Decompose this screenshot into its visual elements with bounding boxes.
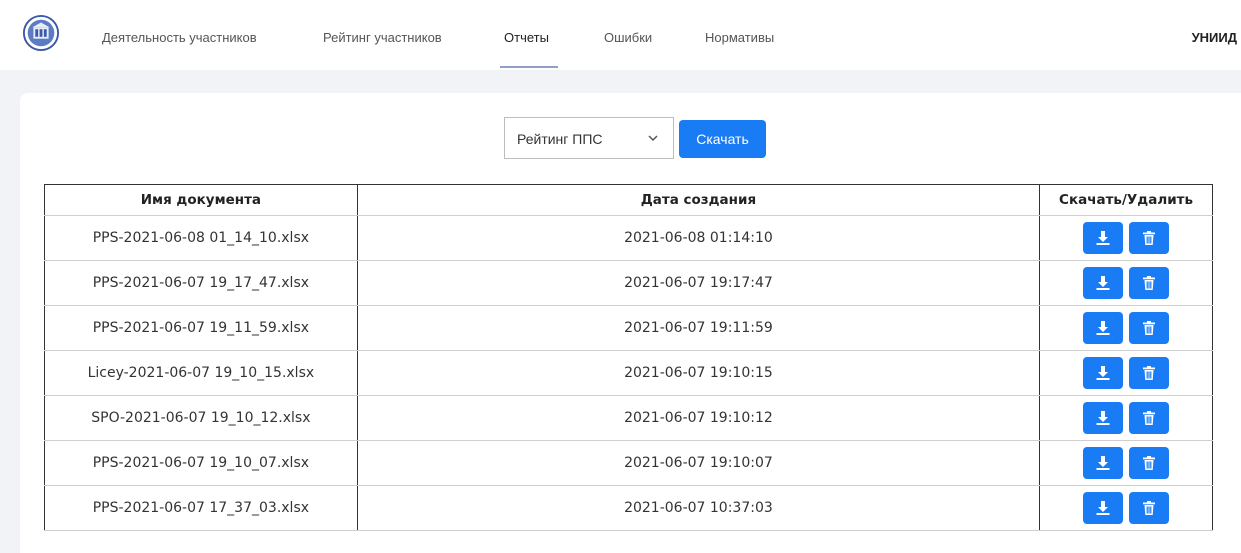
actions-cell <box>1039 395 1213 441</box>
delete-file-button[interactable] <box>1129 357 1170 389</box>
active-tab-indicator <box>500 66 558 68</box>
table-row: PPS-2021-06-07 19_10_07.xlsx 2021-06-07 1… <box>44 440 1213 486</box>
trash-icon <box>1141 500 1157 516</box>
created-date-cell: 2021-06-07 19:10:12 <box>356 395 1041 441</box>
document-name-cell: PPS-2021-06-08 01_14_10.xlsx <box>44 215 358 261</box>
header-document-name: Имя документа <box>44 184 358 216</box>
download-icon <box>1095 365 1111 381</box>
actions-cell <box>1039 215 1213 261</box>
trash-icon <box>1141 455 1157 471</box>
document-name-cell: PPS-2021-06-07 19_10_07.xlsx <box>44 440 358 486</box>
nav-item-reports[interactable]: Отчеты <box>504 30 549 70</box>
header-actions: Скачать/Удалить <box>1039 184 1213 216</box>
download-icon <box>1095 410 1111 426</box>
download-file-button[interactable] <box>1083 222 1124 254</box>
table-row: Licey-2021-06-07 19_10_15.xlsx 2021-06-07… <box>44 350 1213 396</box>
actions-cell <box>1039 440 1213 486</box>
table-row: PPS-2021-06-07 19_17_47.xlsx 2021-06-07 1… <box>44 260 1213 306</box>
documents-table: Имя документа Дата создания Скачать/Удал… <box>44 184 1213 531</box>
document-name-cell: PPS-2021-06-07 17_37_03.xlsx <box>44 485 358 531</box>
delete-file-button[interactable] <box>1129 492 1170 524</box>
document-name-cell: PPS-2021-06-07 19_17_47.xlsx <box>44 260 358 306</box>
download-icon <box>1095 230 1111 246</box>
created-date-cell: 2021-06-07 19:10:07 <box>356 440 1041 486</box>
download-icon <box>1095 500 1111 516</box>
created-date-cell: 2021-06-07 19:10:15 <box>356 350 1041 396</box>
delete-file-button[interactable] <box>1129 267 1170 299</box>
nav-item-rating[interactable]: Рейтинг участников <box>323 30 442 70</box>
download-file-button[interactable] <box>1083 357 1124 389</box>
created-date-cell: 2021-06-07 19:17:47 <box>356 260 1041 306</box>
document-name-cell: PPS-2021-06-07 19_11_59.xlsx <box>44 305 358 351</box>
report-type-select[interactable]: Рейтинг ППС <box>504 117 674 159</box>
table-row: SPO-2021-06-07 19_10_12.xlsx 2021-06-07 1… <box>44 395 1213 441</box>
trash-icon <box>1141 230 1157 246</box>
university-logo[interactable] <box>22 14 60 52</box>
delete-file-button[interactable] <box>1129 222 1170 254</box>
nav-item-standards[interactable]: Нормативы <box>705 30 774 70</box>
created-date-cell: 2021-06-07 10:37:03 <box>356 485 1041 531</box>
header-created-date: Дата создания <box>356 184 1041 216</box>
delete-file-button[interactable] <box>1129 447 1170 479</box>
trash-icon <box>1141 410 1157 426</box>
created-date-cell: 2021-06-08 01:14:10 <box>356 215 1041 261</box>
download-icon <box>1095 455 1111 471</box>
download-file-button[interactable] <box>1083 492 1124 524</box>
trash-icon <box>1141 320 1157 336</box>
trash-icon <box>1141 365 1157 381</box>
nav-item-activity[interactable]: Деятельность участников <box>102 30 257 70</box>
table-row: PPS-2021-06-07 19_11_59.xlsx 2021-06-07 1… <box>44 305 1213 351</box>
download-icon <box>1095 275 1111 291</box>
download-file-button[interactable] <box>1083 312 1124 344</box>
download-file-button[interactable] <box>1083 267 1124 299</box>
download-icon <box>1095 320 1111 336</box>
brand-label[interactable]: УНИИД <box>1192 30 1237 45</box>
delete-file-button[interactable] <box>1129 312 1170 344</box>
table-row: PPS-2021-06-08 01_14_10.xlsx 2021-06-08 0… <box>44 215 1213 261</box>
delete-file-button[interactable] <box>1129 402 1170 434</box>
table-row: PPS-2021-06-07 17_37_03.xlsx 2021-06-07 1… <box>44 485 1213 531</box>
document-name-cell: SPO-2021-06-07 19_10_12.xlsx <box>44 395 358 441</box>
created-date-cell: 2021-06-07 19:11:59 <box>356 305 1041 351</box>
download-file-button[interactable] <box>1083 402 1124 434</box>
top-navbar: Деятельность участников Рейтинг участник… <box>0 0 1241 70</box>
nav-item-errors[interactable]: Ошибки <box>604 30 652 70</box>
report-type-selected: Рейтинг ППС <box>517 131 603 147</box>
actions-cell <box>1039 350 1213 396</box>
actions-cell <box>1039 260 1213 306</box>
download-file-button[interactable] <box>1083 447 1124 479</box>
download-report-button[interactable]: Скачать <box>679 120 766 158</box>
chevron-down-icon <box>648 135 658 142</box>
trash-icon <box>1141 275 1157 291</box>
document-name-cell: Licey-2021-06-07 19_10_15.xlsx <box>44 350 358 396</box>
actions-cell <box>1039 305 1213 351</box>
table-header-row: Имя документа Дата создания Скачать/Удал… <box>44 184 1213 216</box>
actions-cell <box>1039 485 1213 531</box>
